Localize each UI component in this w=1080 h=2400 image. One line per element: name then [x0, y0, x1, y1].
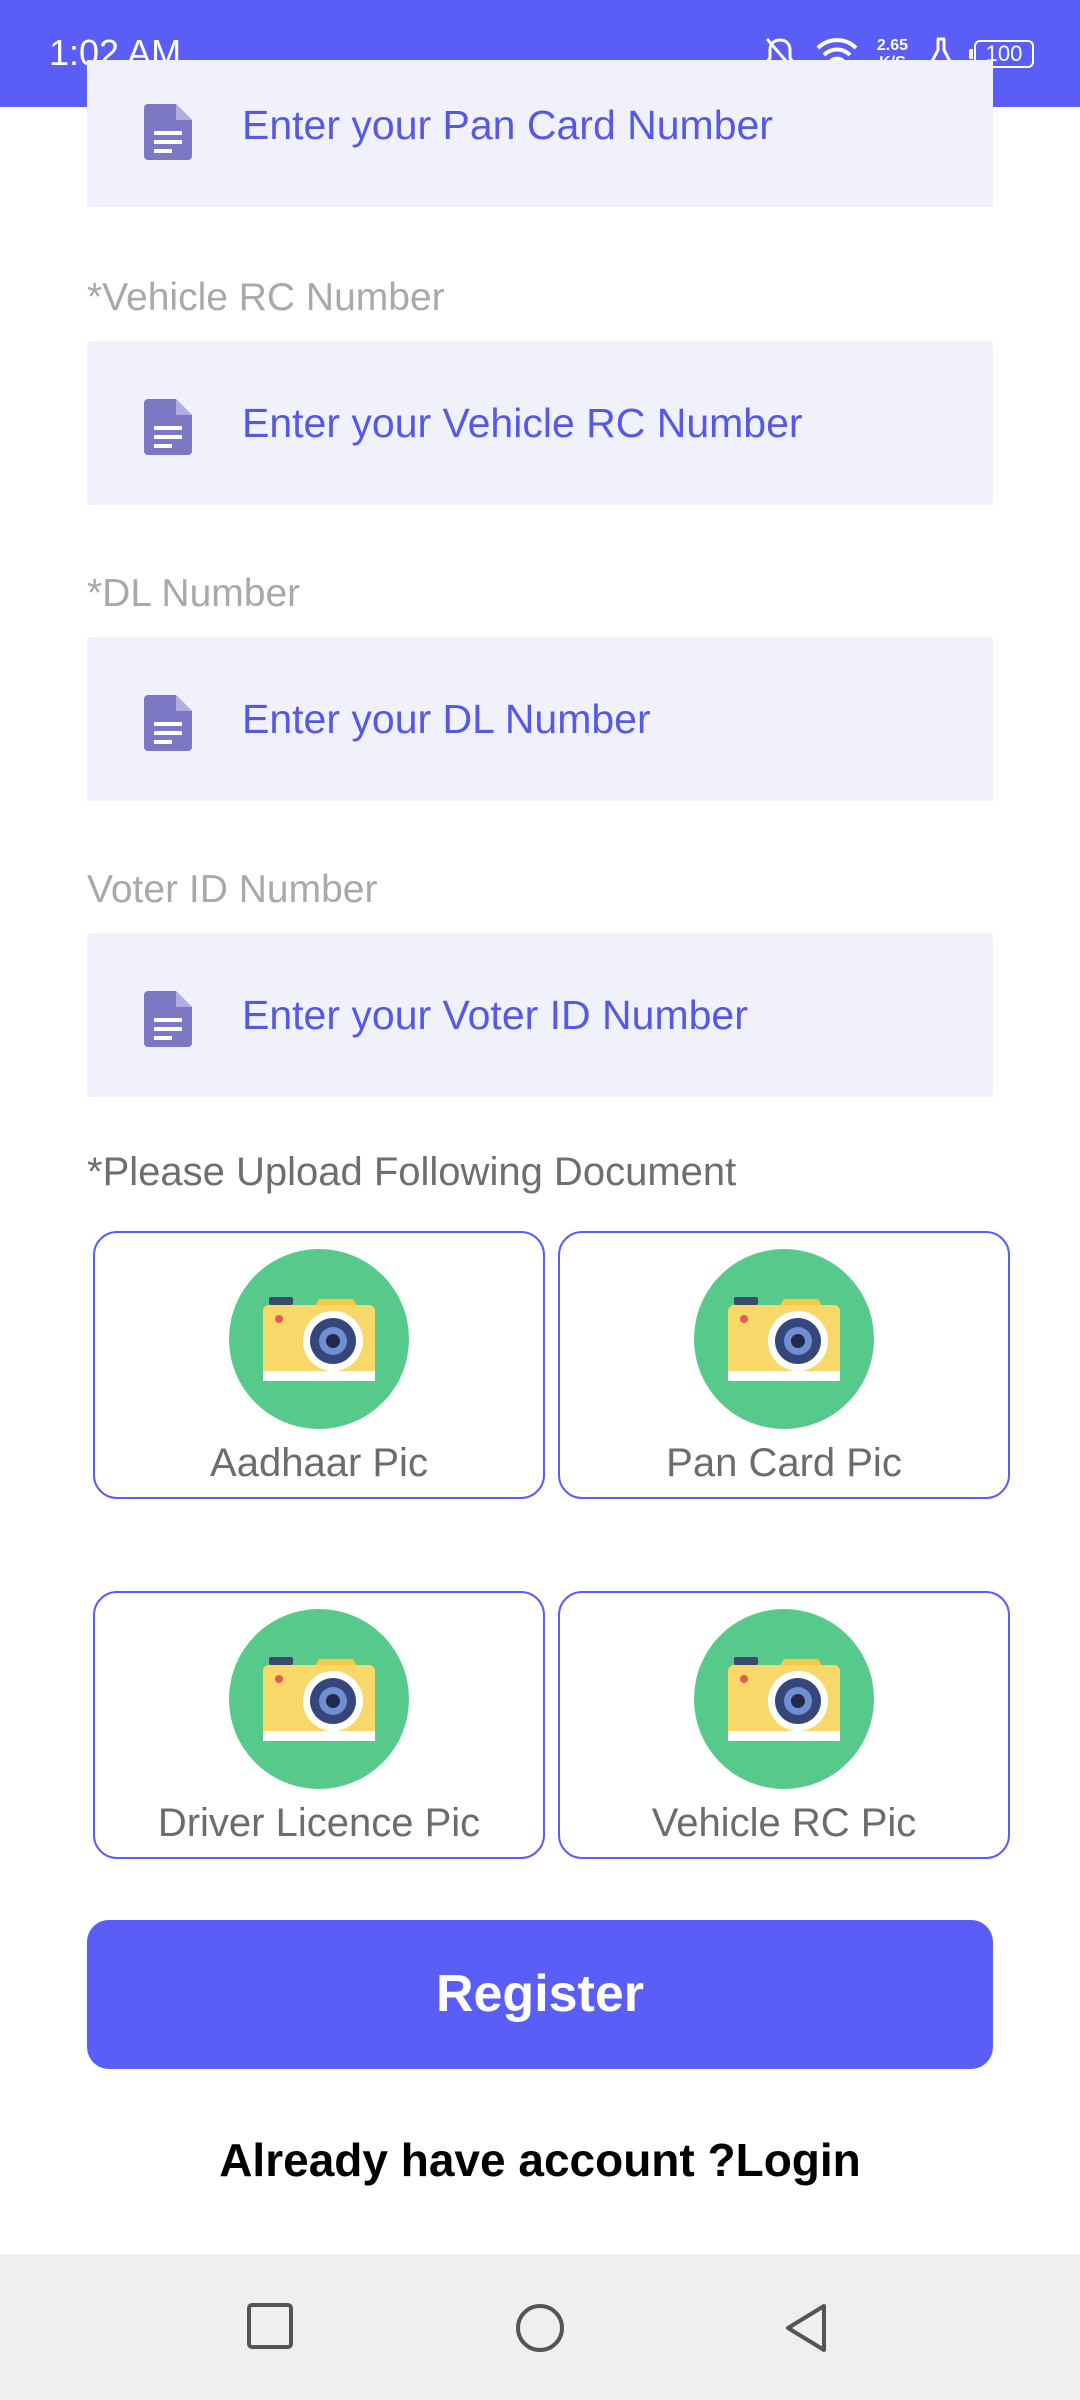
- dl-label: *DL Number: [87, 572, 301, 615]
- upload-driver-licence-card[interactable]: Driver Licence Pic: [93, 1591, 545, 1859]
- upload-driver-licence-label: Driver Licence Pic: [157, 1801, 481, 1845]
- pan-card-placeholder: Enter your Pan Card Number: [242, 102, 773, 148]
- camera-icon: [263, 1297, 375, 1381]
- upload-pan-card[interactable]: Pan Card Pic: [558, 1231, 1010, 1499]
- upload-pan-label: Pan Card Pic: [666, 1441, 902, 1485]
- camera-icon: [263, 1657, 375, 1741]
- document-icon: [144, 399, 192, 455]
- document-icon: [144, 104, 192, 160]
- upload-aadhaar-label: Aadhaar Pic: [210, 1441, 428, 1485]
- dl-placeholder: Enter your DL Number: [242, 696, 651, 742]
- dl-field[interactable]: Enter your DL Number: [87, 637, 993, 801]
- voter-id-label: Voter ID Number: [87, 868, 378, 911]
- voter-id-placeholder: Enter your Voter ID Number: [242, 992, 748, 1038]
- camera-circle: [694, 1609, 874, 1789]
- document-icon: [144, 695, 192, 751]
- camera-icon: [728, 1657, 840, 1741]
- vehicle-rc-label: *Vehicle RC Number: [87, 276, 445, 319]
- network-speed-value: 2.65: [876, 37, 908, 54]
- document-icon: [144, 991, 192, 1047]
- upload-aadhaar-card[interactable]: Aadhaar Pic: [93, 1231, 545, 1499]
- vehicle-rc-field[interactable]: Enter your Vehicle RC Number: [87, 341, 993, 505]
- back-icon[interactable]: [782, 2302, 830, 2354]
- pan-card-field[interactable]: Enter your Pan Card Number: [87, 60, 993, 207]
- camera-circle: [694, 1249, 874, 1429]
- camera-circle: [229, 1249, 409, 1429]
- upload-heading: *Please Upload Following Document: [87, 1150, 737, 1194]
- camera-icon: [728, 1297, 840, 1381]
- vehicle-rc-placeholder: Enter your Vehicle RC Number: [242, 400, 803, 446]
- upload-vehicle-rc-card[interactable]: Vehicle RC Pic: [558, 1591, 1010, 1859]
- voter-id-field[interactable]: Enter your Voter ID Number: [87, 933, 993, 1097]
- login-link[interactable]: Already have account ?Login: [0, 2133, 1080, 2187]
- recent-apps-icon[interactable]: [246, 2302, 294, 2350]
- upload-vehicle-rc-label: Vehicle RC Pic: [651, 1801, 917, 1845]
- home-icon[interactable]: [514, 2302, 566, 2354]
- navigation-bar: [0, 2254, 1080, 2400]
- camera-circle: [229, 1609, 409, 1789]
- register-button[interactable]: Register: [87, 1920, 993, 2069]
